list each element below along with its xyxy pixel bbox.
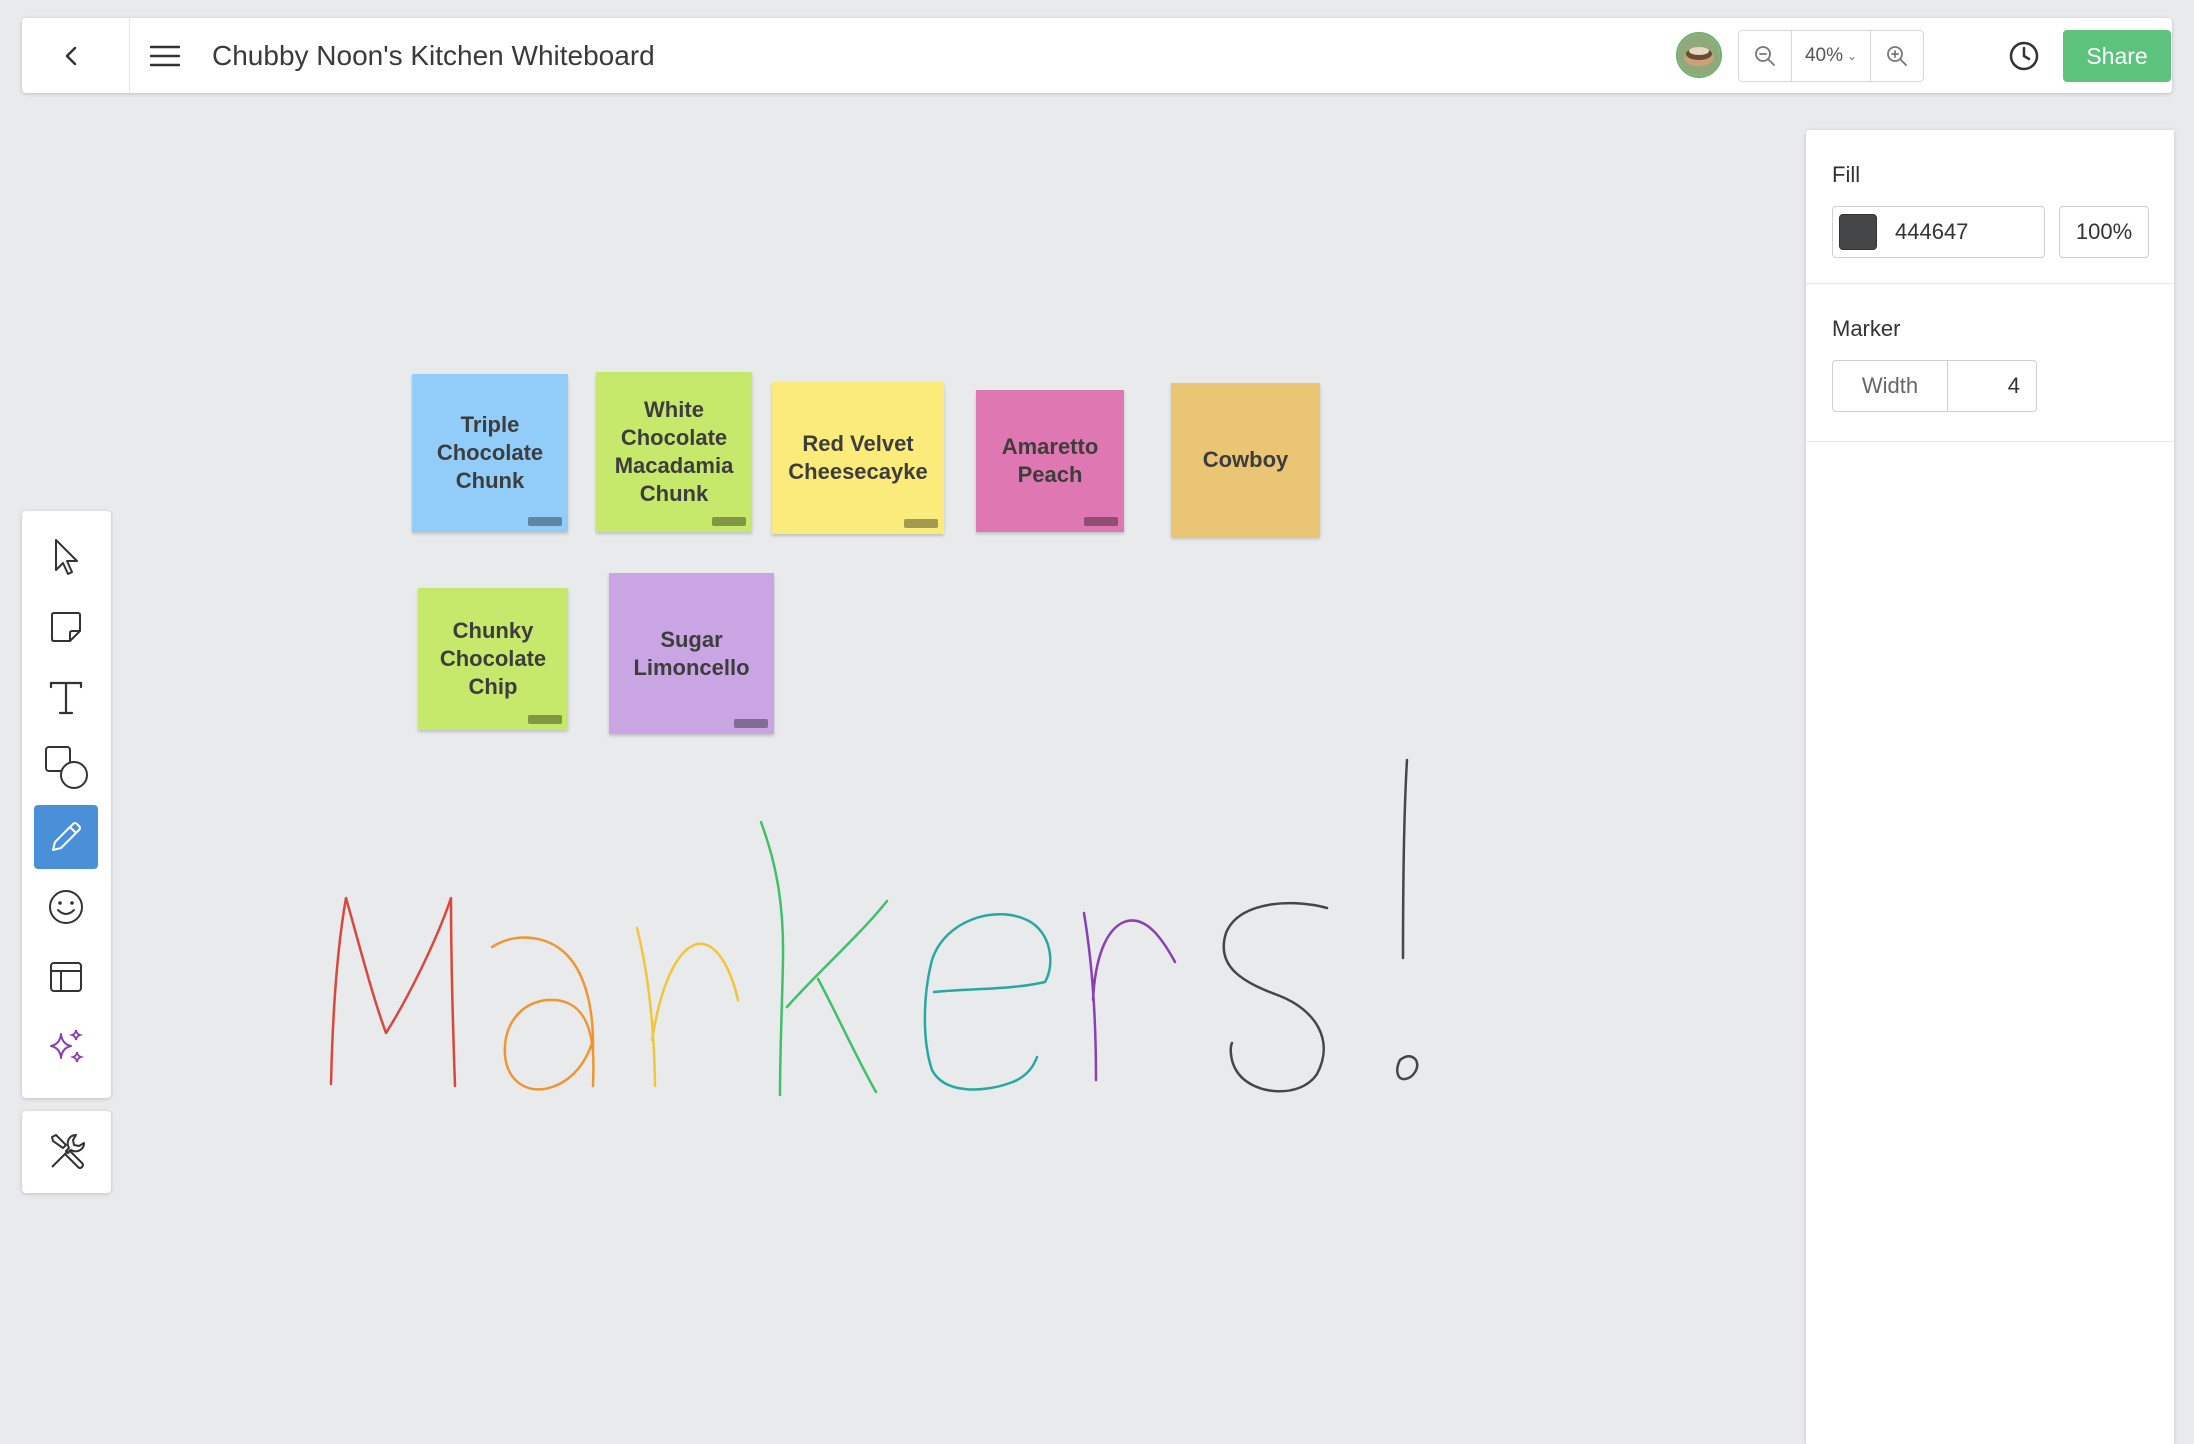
shapes-tool[interactable]: [34, 735, 98, 799]
board-title[interactable]: Chubby Noon's Kitchen Whiteboard: [212, 38, 655, 74]
fill-opacity-field[interactable]: 100%: [2059, 206, 2149, 258]
fill-hex-value: 444647: [1895, 219, 1969, 244]
hamburger-icon: [150, 45, 180, 67]
divider: [129, 18, 130, 93]
marker-stroke-k[interactable]: [759, 820, 889, 1097]
select-tool[interactable]: [34, 525, 98, 589]
zoom-in-button[interactable]: [1871, 31, 1923, 81]
marker-label: Marker: [1832, 316, 1901, 341]
width-label: Width: [1833, 361, 1948, 411]
select-icon: [55, 539, 78, 575]
menu-button[interactable]: [135, 36, 195, 76]
marker-width-field[interactable]: Width 4: [1832, 360, 2037, 412]
marker-stroke-r1[interactable]: [635, 926, 740, 1088]
ai-tool[interactable]: [34, 1015, 98, 1079]
fill-color-field[interactable]: 444647: [1832, 206, 2045, 258]
avatar[interactable]: [1676, 32, 1722, 78]
share-button[interactable]: Share: [2063, 30, 2171, 82]
chevron-left-icon: [65, 46, 77, 66]
zoom-out-button[interactable]: [1739, 31, 1791, 81]
tool-palette: [22, 511, 111, 1098]
properties-panel: Fill 444647 100% Marker Width 4: [1806, 130, 2174, 1444]
zoom-in-icon: [1886, 46, 1907, 66]
back-button[interactable]: [52, 36, 92, 76]
sticky-note-icon: [51, 612, 81, 642]
marker-stroke-m[interactable]: [329, 896, 457, 1088]
clock-icon: [2009, 41, 2039, 71]
pencil-icon: [52, 822, 81, 851]
zoom-out-icon: [1755, 46, 1776, 66]
width-value[interactable]: 4: [1948, 361, 2036, 411]
fill-section: Fill 444647 100%: [1806, 130, 2174, 284]
text-icon: [49, 681, 83, 715]
emoji-tool[interactable]: [34, 875, 98, 939]
zoom-level-value: 40%: [1804, 45, 1843, 66]
marker-stroke-r2[interactable]: [1082, 911, 1177, 1082]
sparkle-icon: [50, 1029, 85, 1063]
fill-color-swatch[interactable]: [1839, 214, 1877, 250]
text-tool[interactable]: [34, 665, 98, 729]
template-tool[interactable]: [34, 945, 98, 1009]
marker-stroke-exclamation[interactable]: [1401, 758, 1409, 960]
chevron-down-icon: ⌄: [1846, 49, 1858, 63]
zoom-controls: 40% ⌄: [1738, 30, 1924, 82]
zoom-level-select[interactable]: 40% ⌄: [1791, 31, 1871, 81]
marker-stroke-e[interactable]: [923, 913, 1052, 1091]
history-button[interactable]: [2002, 36, 2046, 76]
marker-stroke-s[interactable]: [1222, 901, 1329, 1093]
fill-label: Fill: [1832, 162, 1861, 187]
marker-section: Marker Width 4: [1806, 284, 2174, 442]
tools-icon: [50, 1134, 85, 1169]
user-avatar-icon: [1678, 34, 1720, 76]
sticky-note-tool[interactable]: [34, 595, 98, 659]
marker-stroke-dot[interactable]: [1396, 1055, 1419, 1081]
shapes-icon: [45, 746, 88, 789]
template-icon: [50, 962, 82, 992]
extra-tools-button[interactable]: [22, 1111, 111, 1193]
marker-stroke-a[interactable]: [490, 936, 595, 1091]
pencil-tool[interactable]: [34, 805, 98, 869]
top-bar: Chubby Noon's Kitchen Whiteboard 40% ⌄ S…: [22, 18, 2172, 93]
emoji-icon: [49, 890, 83, 924]
